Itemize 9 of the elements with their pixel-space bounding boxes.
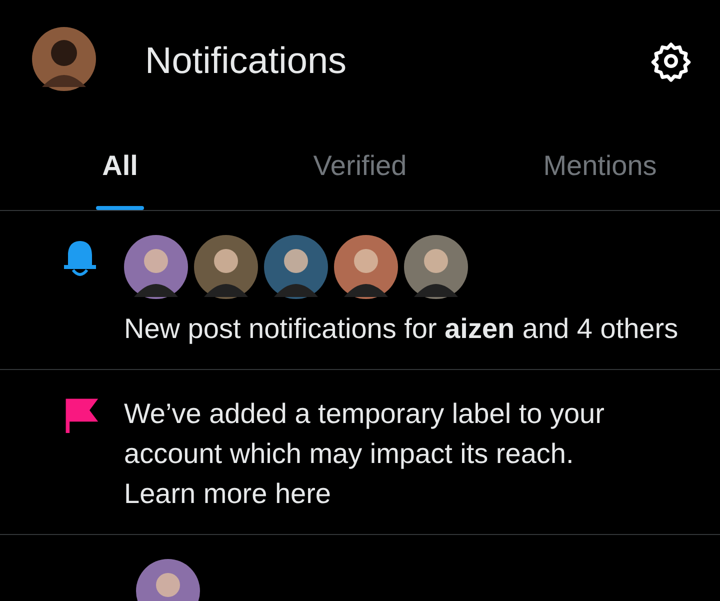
tab[interactable]: Mentions xyxy=(480,122,720,210)
settings-icon[interactable] xyxy=(650,40,692,82)
page-title: Notifications xyxy=(145,40,348,82)
notification-text: New post notifications for aizen and 4 others xyxy=(124,312,680,346)
learn-more-link[interactable]: Learn more here xyxy=(124,474,688,514)
avatar[interactable] xyxy=(32,27,96,91)
tab[interactable]: Verified xyxy=(240,122,480,210)
notification-text: We’ve added a temporary label to your account which may impact its reach. xyxy=(124,397,606,471)
tab[interactable]: All xyxy=(0,122,240,210)
